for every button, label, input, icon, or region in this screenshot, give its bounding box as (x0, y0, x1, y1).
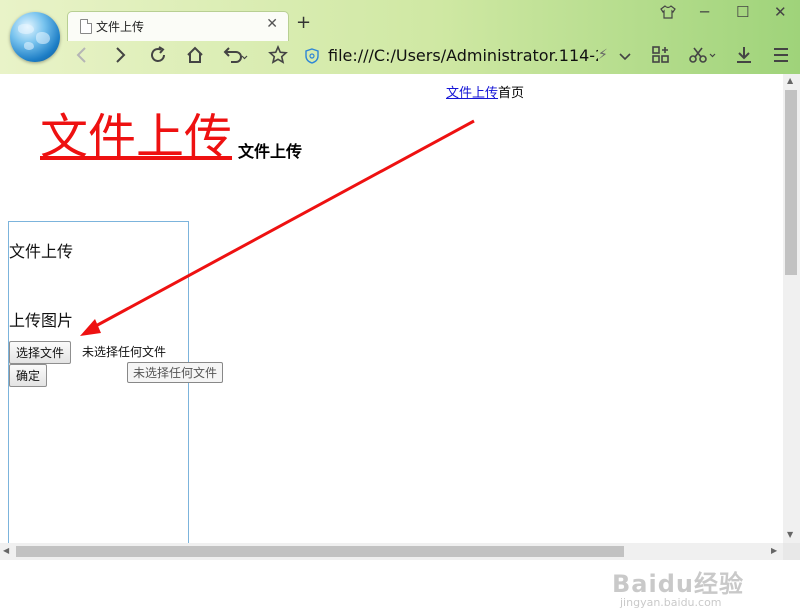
document-icon (80, 19, 92, 34)
tab-title: 文件上传 (96, 20, 145, 34)
watermark: Baidu经验 jingyan.baidu.com (590, 564, 760, 614)
star-icon[interactable] (268, 44, 288, 70)
tab-active[interactable]: 文件上传 ✕ (67, 11, 289, 41)
scroll-down-icon[interactable]: ▼ (787, 530, 793, 539)
address-bar[interactable]: file:///C:/Users/Administrator.114-2( ⚡ (300, 44, 640, 70)
chevron-down-icon[interactable] (618, 46, 632, 70)
scroll-left-icon[interactable]: ◀ (3, 546, 9, 555)
close-window-icon[interactable]: ✕ (774, 3, 787, 21)
undo-icon[interactable] (222, 45, 248, 70)
red-annotation-arrow (80, 119, 475, 336)
menu-icon[interactable] (772, 45, 790, 70)
vertical-scrollbar[interactable]: ▲ ▼ (783, 74, 800, 543)
horizontal-scroll-thumb[interactable] (16, 546, 624, 557)
forward-icon[interactable] (112, 45, 128, 69)
back-icon[interactable] (74, 45, 90, 69)
browser-chrome: 文件上传 ✕ + ─ ☐ ✕ file:///C:/Users/Administ… (0, 0, 800, 74)
watermark-domain: jingyan.baidu.com (620, 596, 722, 609)
url-text[interactable]: file:///C:/Users/Administrator.114-2( (328, 46, 598, 65)
scroll-up-icon[interactable]: ▲ (787, 76, 793, 85)
lightning-icon[interactable]: ⚡ (598, 47, 608, 63)
vertical-scroll-thumb[interactable] (785, 90, 797, 275)
cut-icon[interactable] (688, 45, 718, 70)
scroll-corner (783, 543, 800, 560)
minimize-icon[interactable]: ─ (700, 3, 709, 21)
maximize-icon[interactable]: ☐ (736, 3, 749, 21)
watermark-brand: Baidu经验 (612, 570, 744, 598)
skin-icon[interactable] (660, 5, 676, 23)
horizontal-scrollbar[interactable]: ◀ ▶ (0, 543, 783, 560)
apps-icon[interactable] (651, 45, 671, 70)
browser-logo-icon[interactable] (10, 12, 60, 62)
close-tab-icon[interactable]: ✕ (266, 16, 278, 32)
shield-icon (305, 48, 319, 64)
reload-icon[interactable] (148, 45, 168, 70)
plus-icon[interactable]: + (296, 12, 311, 33)
scroll-right-icon[interactable]: ▶ (771, 546, 777, 555)
download-icon[interactable] (734, 45, 754, 70)
page-viewport: 文件上传首页 文件上传 文件上传 文件上传 上传图片 选择文件 未选择任何文件 … (0, 74, 783, 609)
home-icon[interactable] (185, 45, 205, 70)
